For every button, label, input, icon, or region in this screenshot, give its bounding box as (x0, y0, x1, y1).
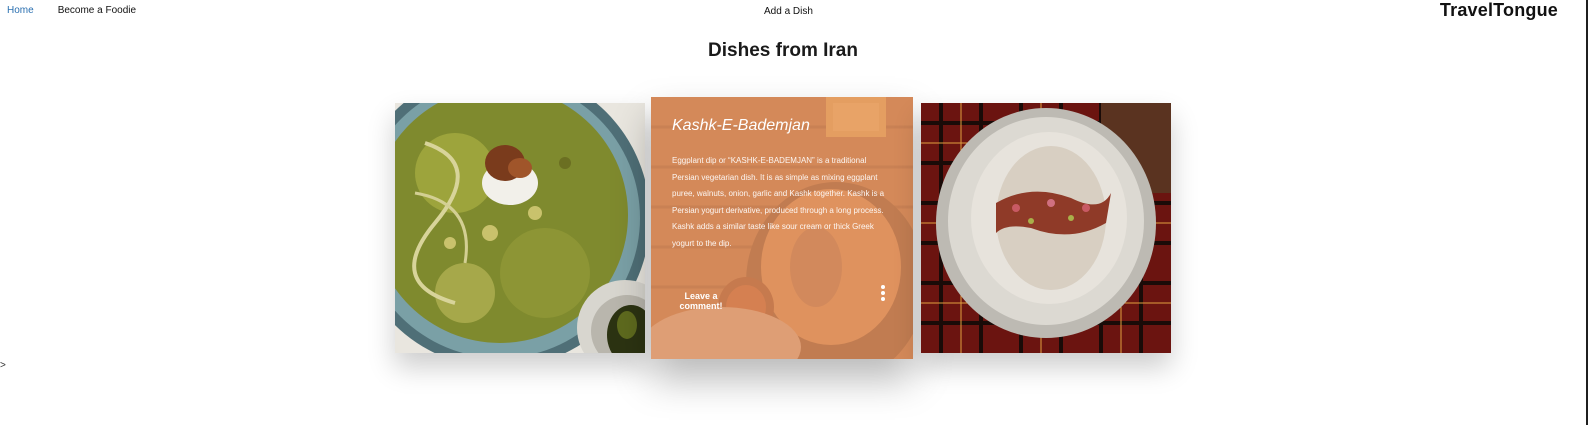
brand-logo: TravelTongue (1439, 0, 1558, 20)
dish-photo-dip (921, 103, 1171, 353)
nav-home-link[interactable]: Home (7, 5, 34, 16)
dish-description: Eggplant dip or “KASHK-E-BADEMJAN” is a … (672, 156, 885, 248)
dish-card-featured[interactable]: Kashk-E-Bademjan Eggplant dip or “KASHK-… (651, 97, 913, 359)
nav-become-foodie-link[interactable]: Become a Foodie (58, 5, 136, 16)
dish-photo-soup (395, 103, 645, 353)
nav-add-dish-link[interactable]: Add a Dish (764, 6, 813, 17)
dish-card-right[interactable] (921, 103, 1171, 353)
more-vertical-icon[interactable] (880, 285, 886, 303)
leave-comment-button[interactable]: Leave a comment! (675, 291, 727, 311)
dish-name: Kashk-E-Bademjan (672, 117, 810, 134)
top-nav: Home Become a Foodie (7, 5, 136, 16)
dish-card-left[interactable] (395, 103, 645, 353)
page-title: Dishes from Iran (708, 40, 858, 61)
carousel-prev-arrow[interactable]: > (0, 360, 6, 371)
